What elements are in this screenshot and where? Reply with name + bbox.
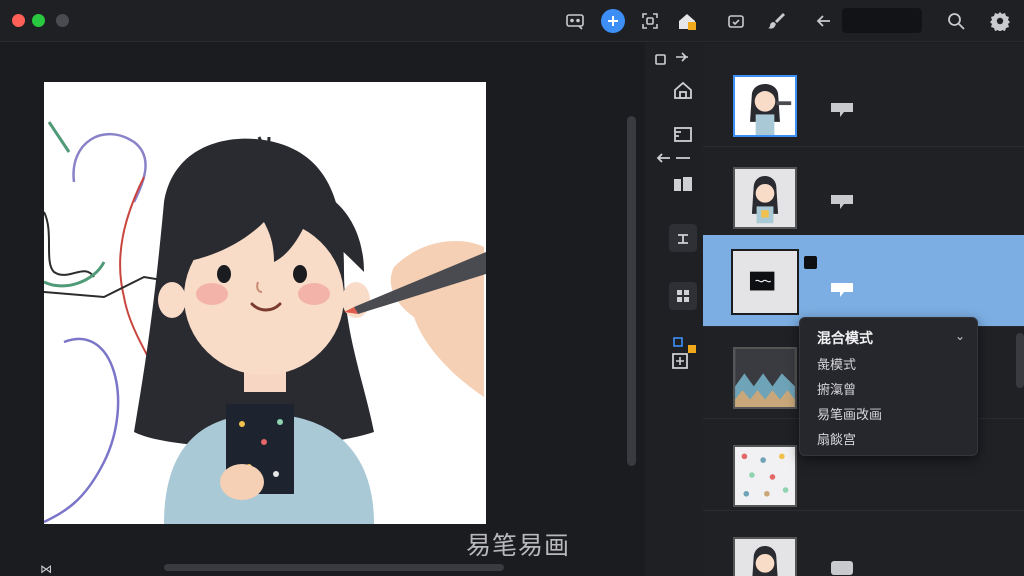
layers-scrollbar[interactable]	[1016, 333, 1024, 388]
canvas-vertical-scrollbar[interactable]	[627, 116, 636, 466]
close-window-button[interactable]	[12, 14, 25, 27]
layer-row[interactable]	[703, 147, 1024, 239]
visibility-icon[interactable]	[829, 279, 855, 305]
visibility-icon[interactable]	[829, 557, 855, 576]
focus-icon[interactable]	[638, 9, 662, 33]
layer-thumbnail	[733, 75, 797, 137]
layer-thumbnail	[733, 445, 797, 507]
blend-mode-option[interactable]: 扇餤宫	[817, 429, 856, 448]
layers-panel	[703, 43, 1024, 576]
layer-row[interactable]	[703, 511, 1024, 576]
layer-thumbnail	[733, 347, 797, 409]
ruler-icon[interactable]	[669, 120, 697, 148]
back-arrow-icon[interactable]	[812, 9, 836, 33]
transform-icon[interactable]	[669, 170, 697, 198]
link-marker-icon[interactable]	[804, 256, 817, 269]
zoom-window-button[interactable]	[32, 14, 45, 27]
add-icon[interactable]	[601, 9, 625, 33]
screen-share-icon[interactable]	[563, 9, 587, 33]
grid-icon[interactable]	[669, 282, 697, 310]
watermark-text: 易笔易画	[466, 531, 571, 560]
transform-arrow-icon[interactable]	[656, 150, 696, 166]
layer-row[interactable]	[703, 55, 1024, 147]
chevron-down-icon[interactable]: ⌄	[955, 329, 965, 343]
brush-icon[interactable]	[765, 9, 789, 33]
visibility-icon[interactable]	[829, 191, 855, 217]
layer-thumbnail	[731, 249, 799, 315]
title-bar	[0, 0, 1024, 42]
crop-icon[interactable]	[724, 9, 748, 33]
layer-thumbnail	[733, 537, 797, 576]
blend-mode-option[interactable]: 捬滊曾	[817, 379, 856, 398]
canvas-horizontal-scrollbar[interactable]	[164, 564, 504, 571]
blend-mode-option[interactable]: 彘模式	[817, 354, 856, 373]
home-layers-icon[interactable]	[675, 9, 699, 33]
search-icon[interactable]	[944, 9, 968, 33]
blend-mode-option[interactable]: 易笔画改画	[817, 404, 882, 423]
home-icon[interactable]	[669, 76, 697, 104]
girl-illustration	[44, 121, 486, 524]
blend-mode-title[interactable]: 混合模式	[817, 328, 873, 348]
stamp-icon[interactable]	[669, 224, 697, 252]
visibility-icon[interactable]	[829, 99, 855, 125]
toolbar-input-field[interactable]	[842, 8, 922, 33]
swap-icon[interactable]	[652, 50, 692, 70]
blend-mode-menu[interactable]: 混合模式 ⌄ 彘模式 捬滊曾 易笔画改画 扇餤宫	[799, 317, 978, 456]
bowtie-icon[interactable]: ⋈	[40, 562, 52, 576]
settings-icon[interactable]	[988, 9, 1012, 33]
layer-add-icon[interactable]	[669, 334, 697, 374]
layer-row-selected[interactable]	[703, 235, 1024, 327]
minimize-window-button[interactable]	[56, 14, 69, 27]
drawing-canvas[interactable]	[44, 82, 486, 524]
app-window: 易笔易画 ⋈ 混合模式 ⌄ 彘模式 捬滊曾 易笔画改画 扇餤宫	[0, 0, 1024, 576]
layer-thumbnail	[733, 167, 797, 229]
